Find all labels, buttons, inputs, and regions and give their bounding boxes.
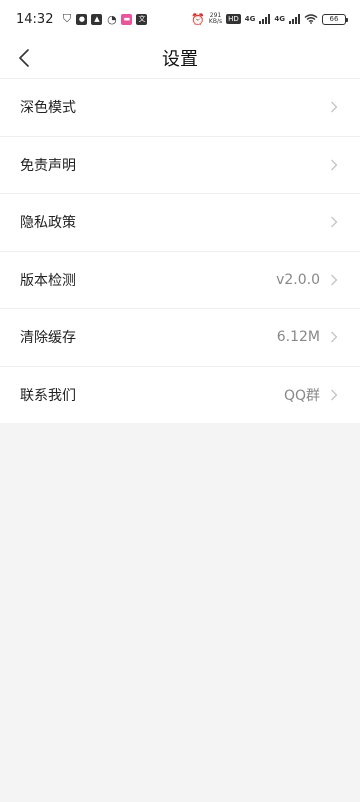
alarm-icon: ⏰ <box>191 12 205 26</box>
cache-size-value: 6.12M <box>276 329 320 346</box>
signal-icon <box>259 14 271 24</box>
status-bar: 14:32 ⛉ ● ▲ ◔ ▬ 文 ⏰ 291 KB/s HD 4G 4G 66 <box>0 0 360 38</box>
settings-item-dark-mode[interactable]: 深色模式 <box>0 78 360 136</box>
settings-item-label: 隐私政策 <box>20 215 76 232</box>
settings-item-clear-cache[interactable]: 清除缓存 6.12M <box>0 308 360 366</box>
settings-list: 深色模式 免责声明 隐私政策 版本检测 v2.0.0 清除缓存 6.12M 联系… <box>0 78 360 423</box>
settings-item-disclaimer[interactable]: 免责声明 <box>0 135 360 194</box>
chevron-right-icon <box>331 159 338 171</box>
settings-item-label: 版本检测 <box>20 272 76 289</box>
net-speed: 291 KB/s <box>209 13 222 25</box>
nav-bar: 设置 <box>0 38 360 78</box>
page-title: 设置 <box>162 49 198 70</box>
settings-item-version-check[interactable]: 版本检测 v2.0.0 <box>0 250 360 309</box>
notification-icons: ⛉ ● ▲ ◔ ▬ 文 <box>61 12 148 26</box>
settings-item-label: 深色模式 <box>20 100 76 117</box>
battery-icon: 66 <box>322 13 348 25</box>
chevron-right-icon <box>331 331 338 343</box>
image-icon: ▲ <box>91 13 103 25</box>
chevron-right-icon <box>331 389 338 401</box>
settings-item-contact-us[interactable]: 联系我们 QQ群 <box>0 365 360 424</box>
status-time: 14:32 <box>16 11 54 27</box>
translate-icon: 文 <box>136 13 148 25</box>
chat-icon: ● <box>76 13 88 25</box>
network-type-2: 4G <box>274 15 285 23</box>
network-type-1: 4G <box>244 15 256 23</box>
system-icons: ⏰ 291 KB/s HD 4G 4G 66 <box>191 12 348 26</box>
shield-icon: ⛉ <box>62 12 72 25</box>
contact-value: QQ群 <box>283 387 320 404</box>
wifi-icon <box>304 14 318 24</box>
settings-item-label: 免责声明 <box>20 157 76 174</box>
signal-icon-2 <box>289 14 300 24</box>
back-button[interactable] <box>12 46 36 70</box>
version-value: v2.0.0 <box>276 271 320 288</box>
chevron-right-icon <box>331 101 338 113</box>
settings-item-label: 联系我们 <box>20 387 76 404</box>
chevron-left-icon <box>19 49 29 67</box>
settings-item-label: 清除缓存 <box>20 330 76 347</box>
app-icon: ▬ <box>121 13 133 25</box>
net-speed-unit: KB/s <box>208 18 223 25</box>
chevron-right-icon <box>331 216 338 228</box>
hd-badge: HD <box>226 14 241 24</box>
chevron-right-icon <box>331 274 338 286</box>
weibo-icon: ◔ <box>107 12 117 26</box>
settings-item-privacy-policy[interactable]: 隐私政策 <box>0 193 360 251</box>
